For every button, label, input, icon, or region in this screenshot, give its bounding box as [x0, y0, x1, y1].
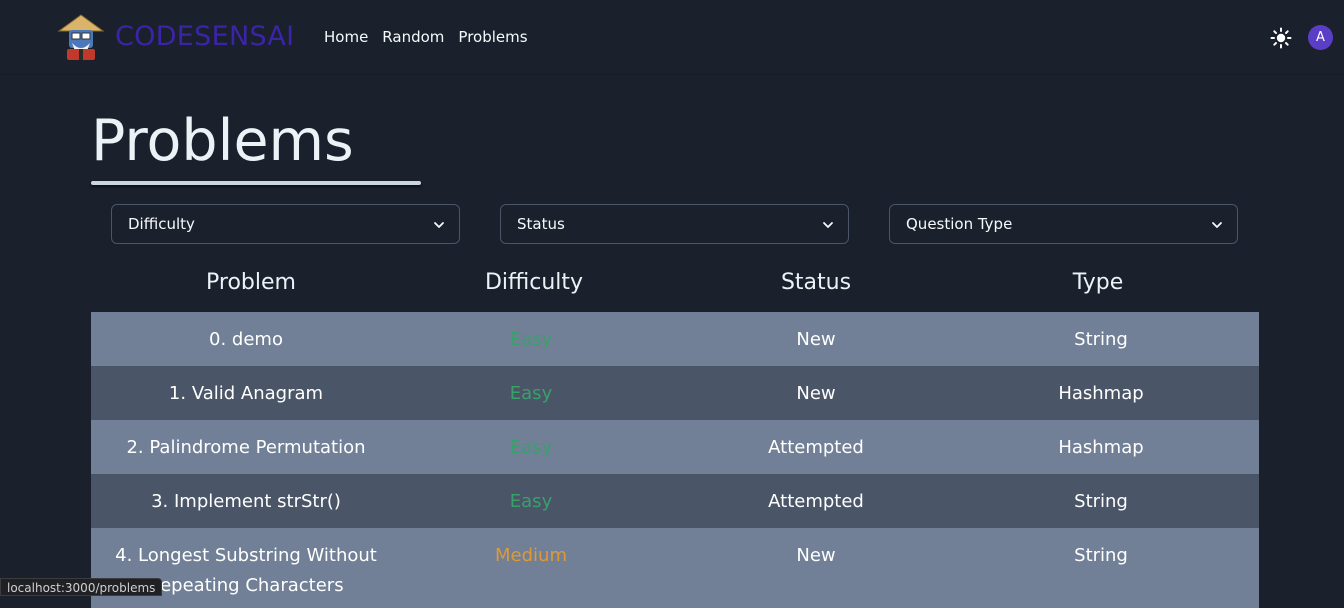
- problem-name[interactable]: 3. Implement strStr(): [91, 490, 401, 513]
- table-row[interactable]: 4. Longest Substring Without Repeating C…: [91, 528, 1259, 608]
- nav-link-random[interactable]: Random: [382, 27, 444, 47]
- difficulty-badge: Easy: [509, 329, 553, 350]
- logo[interactable]: CODESENSAI: [57, 13, 294, 61]
- sensei-logo-icon: [57, 14, 105, 60]
- status-filter-label: Status: [517, 215, 565, 233]
- status-text: Attempted: [768, 437, 864, 458]
- table-row[interactable]: 0. demo Easy New String: [91, 312, 1259, 366]
- chevron-down-icon: [823, 222, 833, 228]
- column-header-difficulty[interactable]: Difficulty: [393, 270, 675, 295]
- chevron-down-icon: [434, 222, 444, 228]
- problem-name[interactable]: 1. Valid Anagram: [91, 382, 401, 405]
- status-filter[interactable]: Status: [500, 204, 849, 244]
- browser-status-url: localhost:3000/problems: [0, 578, 163, 596]
- nav-link-problems[interactable]: Problems: [458, 27, 527, 47]
- problem-name[interactable]: 0. demo: [91, 328, 401, 351]
- status-text: New: [796, 329, 836, 350]
- page-title: Problems: [91, 108, 354, 174]
- nav-link-home[interactable]: Home: [324, 27, 368, 47]
- difficulty-badge: Easy: [509, 491, 553, 512]
- main-nav: Home Random Problems: [324, 27, 528, 47]
- column-header-problem[interactable]: Problem: [110, 270, 392, 295]
- table-row[interactable]: 1. Valid Anagram Easy New Hashmap: [91, 366, 1259, 420]
- question-type-filter-label: Question Type: [906, 215, 1013, 233]
- sun-icon[interactable]: [1270, 27, 1292, 49]
- difficulty-filter-label: Difficulty: [128, 215, 195, 233]
- status-text: Attempted: [768, 491, 864, 512]
- user-avatar[interactable]: A: [1308, 25, 1333, 50]
- type-text: Hashmap: [1058, 383, 1144, 404]
- type-text: String: [1074, 545, 1128, 566]
- table-row[interactable]: 3. Implement strStr() Easy Attempted Str…: [91, 474, 1259, 528]
- question-type-filter[interactable]: Question Type: [889, 204, 1238, 244]
- type-text: String: [1074, 329, 1128, 350]
- chevron-down-icon: [1212, 222, 1222, 228]
- status-text: New: [796, 383, 836, 404]
- type-text: String: [1074, 491, 1128, 512]
- status-text: New: [796, 545, 836, 566]
- column-header-type[interactable]: Type: [957, 270, 1239, 295]
- difficulty-badge: Easy: [509, 437, 553, 458]
- table-row[interactable]: 2. Palindrome Permutation Easy Attempted…: [91, 420, 1259, 474]
- navbar: CODESENSAI Home Random Problems A: [0, 0, 1344, 75]
- column-header-status[interactable]: Status: [675, 270, 957, 295]
- type-text: Hashmap: [1058, 437, 1144, 458]
- problem-name[interactable]: 2. Palindrome Permutation: [91, 436, 401, 459]
- title-underline: [91, 181, 421, 185]
- difficulty-badge: Medium: [495, 545, 567, 566]
- difficulty-badge: Easy: [509, 383, 553, 404]
- problems-table: 0. demo Easy New String 1. Valid Anagram…: [91, 312, 1259, 608]
- difficulty-filter[interactable]: Difficulty: [111, 204, 460, 244]
- brand-name[interactable]: CODESENSAI: [115, 13, 294, 61]
- problems-table-header: Problem Difficulty Status Type: [91, 262, 1259, 312]
